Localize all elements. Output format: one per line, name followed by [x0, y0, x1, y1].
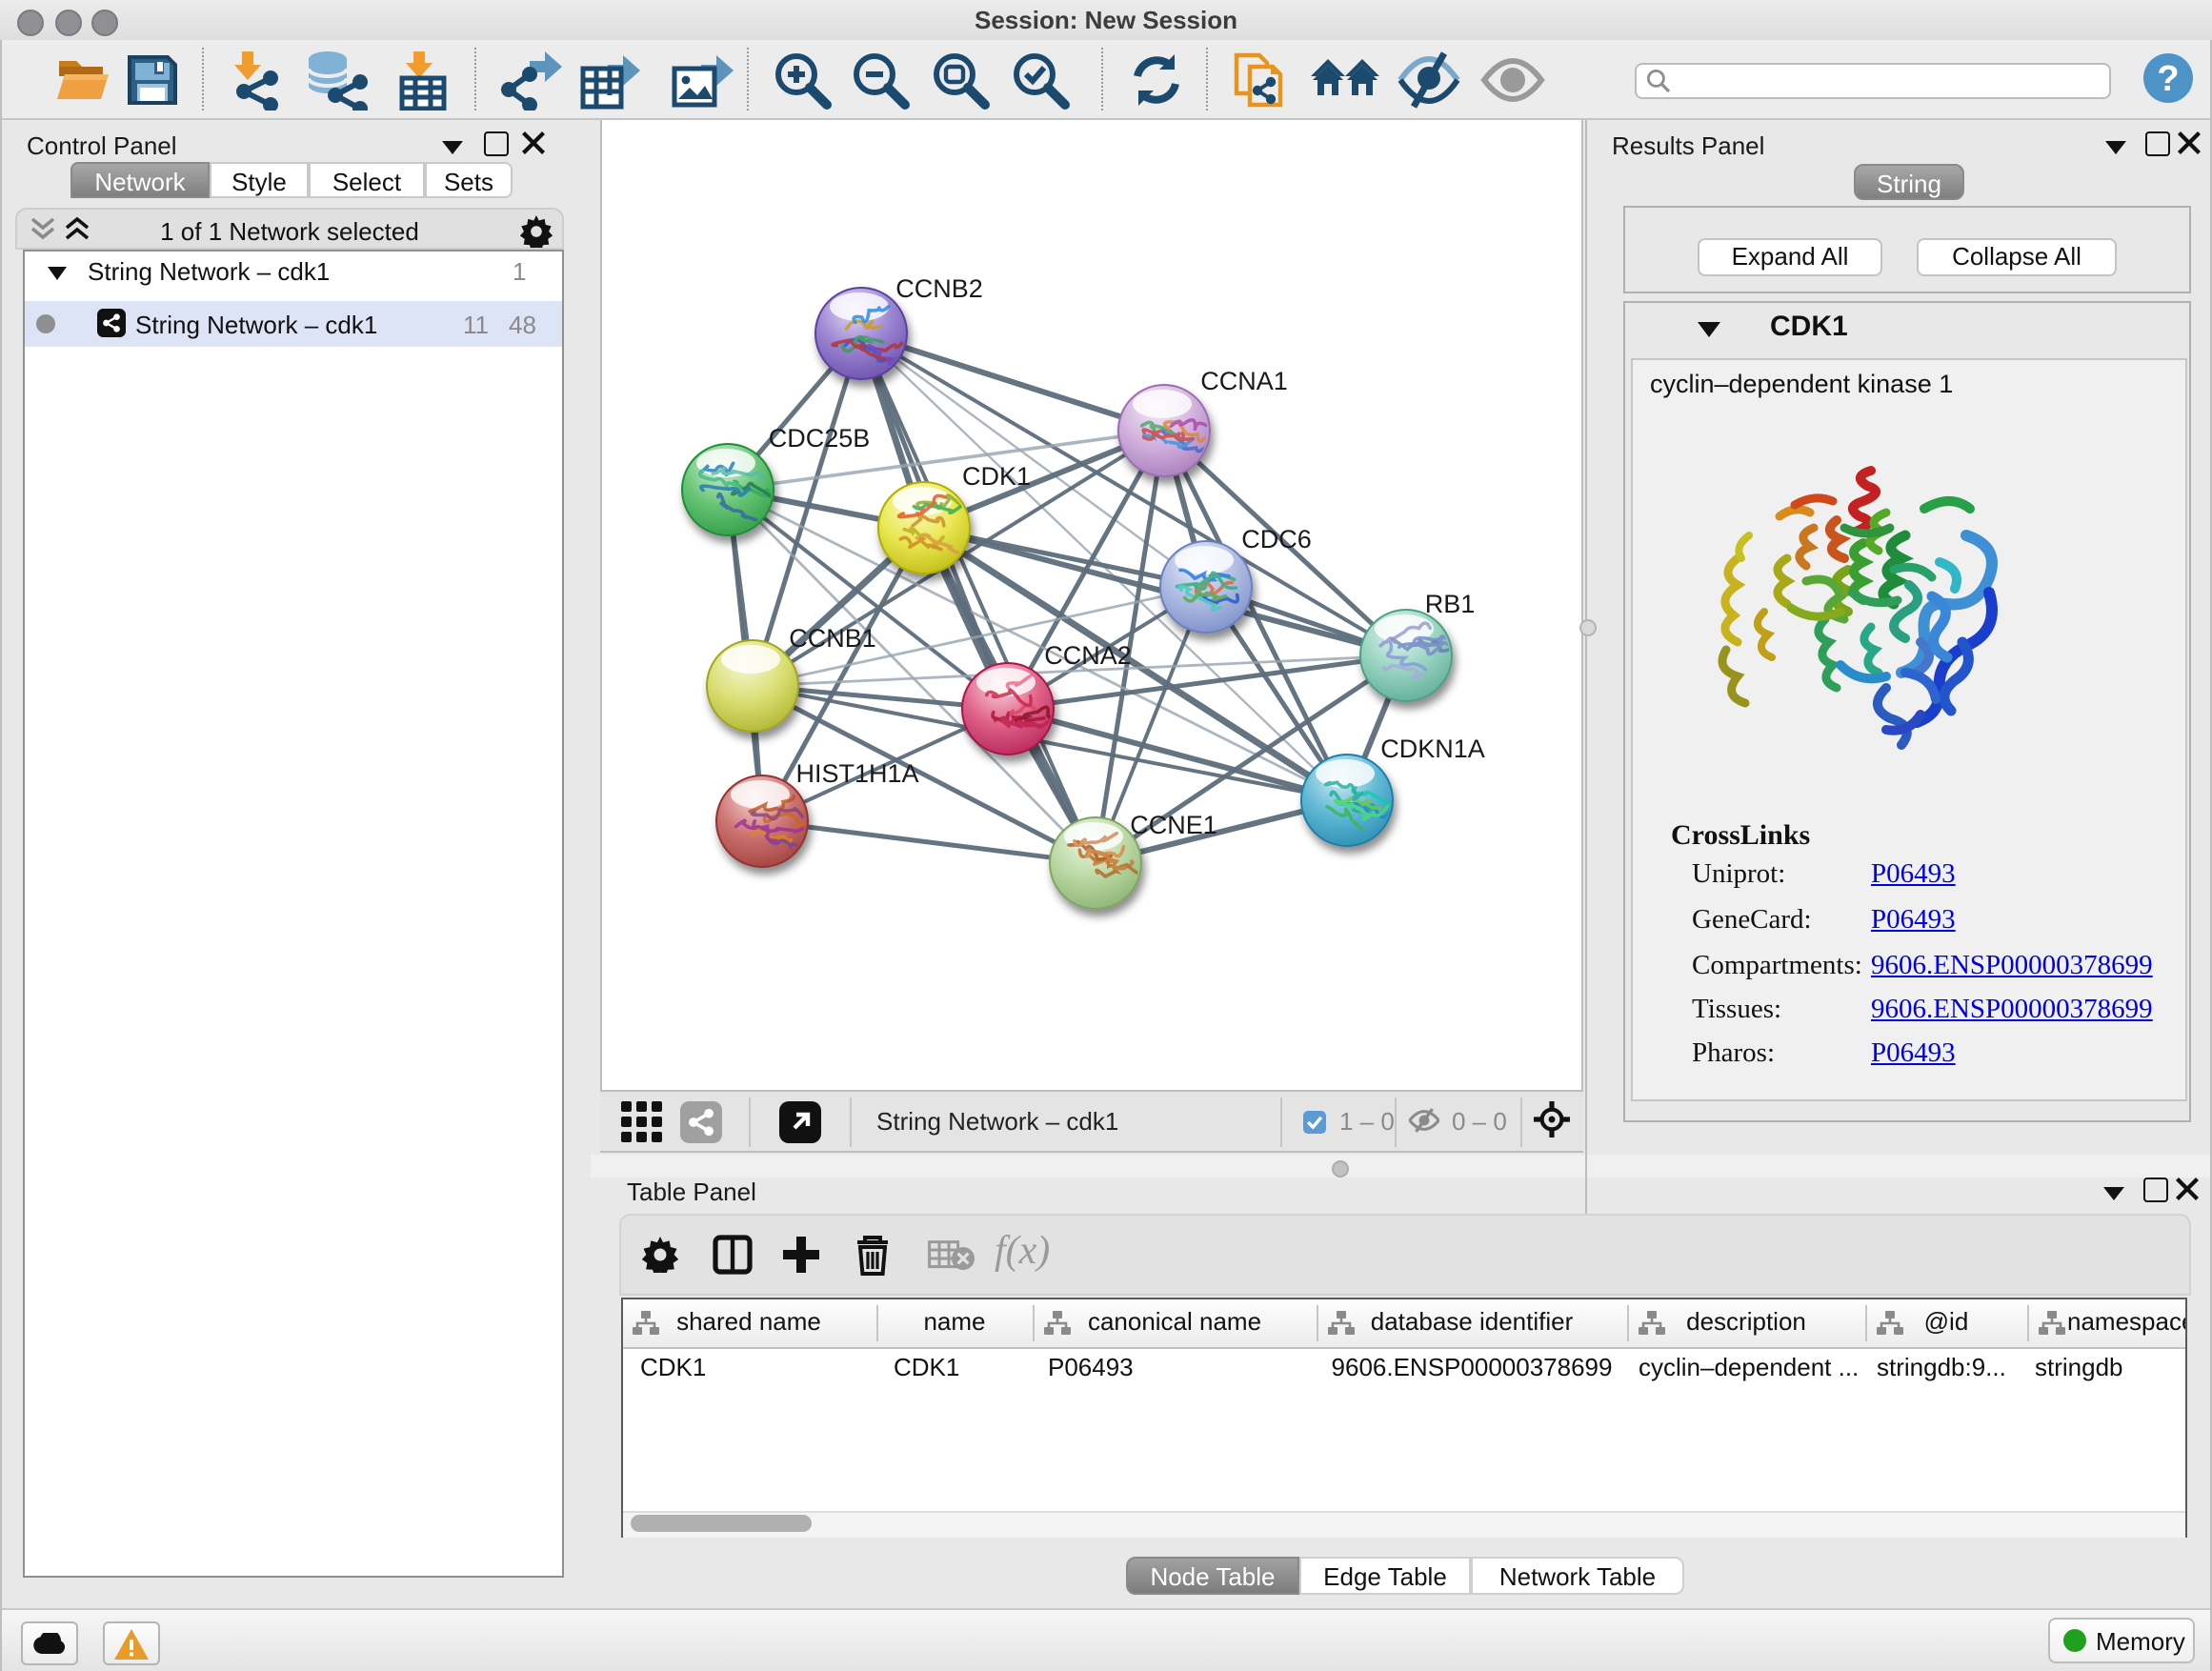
svg-text:?: ? [2157, 59, 2179, 99]
svg-text:CDKN1A: CDKN1A [1380, 735, 1485, 763]
svg-text:CCNB2: CCNB2 [895, 274, 983, 303]
svg-text:HIST1H1A: HIST1H1A [795, 759, 918, 788]
svg-text:CCNA2: CCNA2 [1044, 641, 1132, 670]
svg-text:CCNA1: CCNA1 [1200, 367, 1288, 395]
svg-text:CDK1: CDK1 [962, 462, 1031, 491]
svg-text:CDC25B: CDC25B [769, 424, 871, 453]
svg-text:CCNE1: CCNE1 [1130, 811, 1217, 839]
svg-text:CCNB1: CCNB1 [789, 624, 876, 653]
svg-text:RB1: RB1 [1425, 590, 1476, 618]
svg-text:CDC6: CDC6 [1241, 525, 1312, 554]
